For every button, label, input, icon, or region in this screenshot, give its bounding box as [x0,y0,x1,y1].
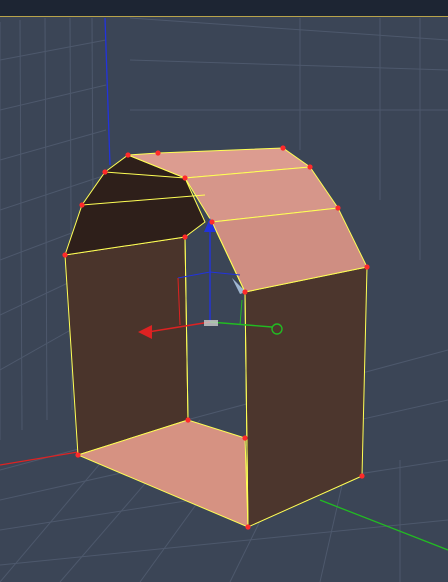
vertex[interactable] [75,452,81,458]
vertex[interactable] [79,202,85,208]
gizmo-plane-box-green [239,299,243,326]
vertex[interactable] [280,145,286,151]
gizmo-center-handle[interactable] [204,320,218,326]
vertex[interactable] [185,417,191,423]
vertex[interactable] [307,164,313,170]
vertex[interactable] [364,264,370,270]
vertex[interactable] [62,252,68,258]
y-axis-line [319,499,448,551]
z-axis-line [104,17,111,166]
gizmo-plane-box [177,271,241,279]
vertex[interactable] [209,219,215,225]
vertex[interactable] [155,150,161,156]
x-axis-line [0,451,79,466]
vertex[interactable] [335,205,341,211]
vertex[interactable] [182,234,188,240]
vertex[interactable] [102,169,108,175]
vertex[interactable] [242,435,248,441]
vertex[interactable] [242,289,248,295]
vertex[interactable] [125,152,131,158]
front-right-wall[interactable] [244,266,368,528]
inner-left-wall[interactable] [64,236,189,456]
viewport-canvas[interactable] [0,0,448,582]
vertex[interactable] [359,473,365,479]
vertex[interactable] [245,524,251,530]
3d-viewport[interactable] [0,0,448,582]
vertex[interactable] [182,175,188,181]
